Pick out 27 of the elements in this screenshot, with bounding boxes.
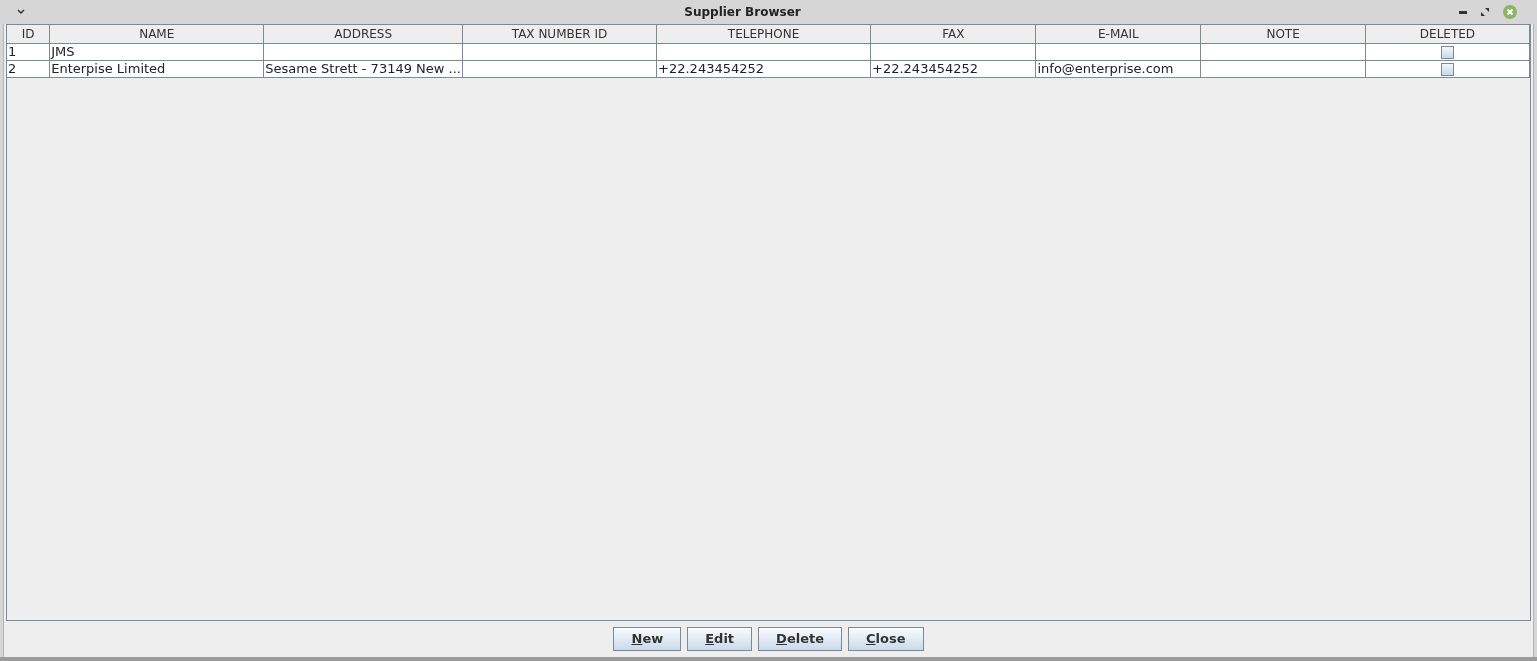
action-button[interactable]: Edit — [687, 627, 753, 651]
minimize-icon[interactable] — [1459, 10, 1467, 14]
table-cell: +22.243454252 — [872, 61, 979, 76]
action-button[interactable]: Delete — [758, 627, 842, 651]
deleted-checkbox[interactable] — [1441, 45, 1454, 59]
window-title: Supplier Browser — [684, 4, 801, 21]
action-button[interactable]: New — [613, 627, 682, 651]
table-cell: 1 — [8, 44, 17, 59]
column-header[interactable]: TAX NUMBER ID — [462, 25, 657, 44]
column-header[interactable]: NAME — [49, 25, 264, 44]
table-cell: Sesame Strett - 73149 New ... — [265, 61, 461, 76]
table-cell: info@enterprise.com — [1037, 61, 1174, 76]
maximize-icon[interactable] — [1481, 8, 1489, 16]
table-cell: 2 — [8, 61, 17, 76]
table-cell: Enterpise Limited — [51, 61, 166, 76]
table-cell: +22.243454252 — [658, 61, 765, 76]
column-header[interactable]: DELETED — [1365, 25, 1530, 44]
column-header[interactable]: TELEPHONE — [656, 25, 871, 44]
column-header[interactable]: NOTE — [1200, 25, 1366, 44]
deleted-checkbox[interactable] — [1441, 62, 1454, 76]
action-button[interactable]: Close — [848, 627, 924, 651]
column-header[interactable]: FAX — [870, 25, 1036, 44]
table-cell: JMS — [51, 44, 75, 59]
column-header[interactable]: E-MAIL — [1036, 25, 1201, 44]
column-header[interactable]: ADDRESS — [263, 25, 463, 44]
chevron-down-icon[interactable] — [16, 9, 26, 15]
column-header[interactable]: ID — [7, 25, 50, 44]
